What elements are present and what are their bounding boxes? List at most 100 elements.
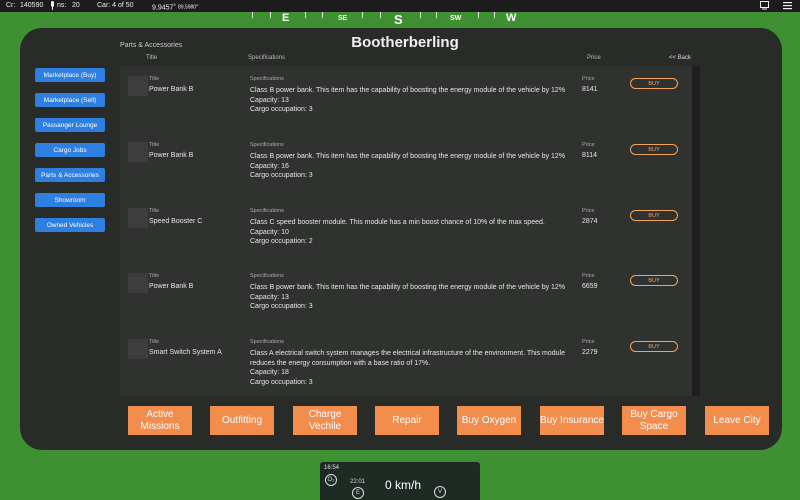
item-description: Class B power bank. This item has the ca… xyxy=(250,87,566,94)
monitor-icon[interactable] xyxy=(760,1,769,10)
sidebar-item-cargo-jobs[interactable]: Cargo Jobs xyxy=(35,143,105,157)
repair-button[interactable]: Repair xyxy=(375,406,439,435)
buy-cargo-space-button[interactable]: Buy Cargo Space xyxy=(622,406,686,435)
column-header-price: Price xyxy=(587,55,601,61)
item-thumbnail xyxy=(128,339,148,359)
buy-button[interactable]: BUY xyxy=(630,78,678,89)
item-title-label: Title xyxy=(149,142,160,148)
item-spec-label: Specifications xyxy=(250,208,284,214)
buy-button[interactable]: BUY xyxy=(630,275,678,286)
sidebar-item-showroom[interactable]: Showroom xyxy=(35,193,105,207)
buy-button[interactable]: BUY xyxy=(630,144,678,155)
item-title-label: Title xyxy=(149,273,160,279)
coords-small: 89,5980w xyxy=(178,3,199,11)
list-item: Title Speed Booster C Specifications Cla… xyxy=(120,202,692,262)
item-price: 8114 xyxy=(582,152,598,159)
sidebar-item-owned-vehicles[interactable]: Owned Vehicles xyxy=(35,218,105,232)
item-description: Class B power bank. This item has the ca… xyxy=(250,153,566,160)
compass-west: W xyxy=(506,12,517,24)
item-list: Title Power Bank B Specifications Class … xyxy=(120,66,700,396)
item-title: Smart Switch System A xyxy=(149,349,222,356)
item-description: Class B power bank. This item has the ca… xyxy=(250,284,566,291)
item-spec: Class B power bank. This item has the ca… xyxy=(250,283,580,312)
item-price-label: Price xyxy=(582,339,595,345)
oxygen-icon: O₂ xyxy=(325,474,337,486)
sidebar-item-parts-accessories[interactable]: Parts & Accessories xyxy=(35,168,105,182)
item-capacity: Capacity: 18 xyxy=(250,369,289,376)
item-title: Power Bank B xyxy=(149,152,194,159)
page-title: Bootherberling xyxy=(351,34,459,51)
charge-vehicle-button[interactable]: Charge Vechile xyxy=(293,406,357,435)
list-item: Title Smart Switch System A Specificatio… xyxy=(120,333,692,393)
item-capacity: Capacity: 16 xyxy=(250,162,289,170)
item-price: 8141 xyxy=(582,86,598,93)
column-header-specifications: Specifications xyxy=(248,55,286,61)
hud-energy-time: 22:01 xyxy=(350,479,366,485)
item-price-label: Price xyxy=(582,142,595,148)
item-spec-label: Specifications xyxy=(250,273,284,279)
item-cargo: Cargo occupation: 3 xyxy=(250,172,313,179)
list-scrollbar[interactable] xyxy=(692,66,700,396)
vehicle-hud: 16:54 O₂ 22:01 E 0 km/h V xyxy=(320,462,480,500)
leave-city-button[interactable]: Leave City xyxy=(705,406,769,435)
item-capacity: Capacity: 13 xyxy=(250,96,289,104)
buy-button[interactable]: BUY xyxy=(630,210,678,221)
list-item: Title Power Bank B Specifications Class … xyxy=(120,267,692,327)
buy-insurance-button[interactable]: Buy Insurance xyxy=(540,406,604,435)
back-link[interactable]: << Back xyxy=(669,55,691,61)
item-spec: Class C speed booster module. This modul… xyxy=(250,218,580,247)
item-cargo: Cargo occupation: 3 xyxy=(250,378,313,386)
item-thumbnail xyxy=(128,76,148,96)
compass-east: E xyxy=(282,12,290,24)
item-thumbnail xyxy=(128,208,148,228)
item-title-label: Title xyxy=(149,76,160,82)
active-missions-button[interactable]: Active Missions xyxy=(128,406,192,435)
item-cargo: Cargo occupation: 3 xyxy=(250,303,313,310)
item-description: Class A electrical switch system manages… xyxy=(250,350,566,367)
item-description: Class C speed booster module. This modul… xyxy=(250,219,545,226)
column-header-title: Title xyxy=(146,55,158,61)
menu-icon[interactable] xyxy=(783,1,792,10)
hud-time: 16:54 xyxy=(324,465,340,471)
sidebar-item-passanger-lounge[interactable]: Passanger Lounge xyxy=(35,118,105,132)
item-price-label: Price xyxy=(582,273,595,279)
speed-readout: 0 km/h xyxy=(385,478,422,492)
item-thumbnail xyxy=(128,142,148,162)
item-spec: Class B power bank. This item has the ca… xyxy=(250,152,580,181)
coords-main: 9,94573 xyxy=(152,2,176,12)
item-spec-label: Specifications xyxy=(250,76,284,82)
item-spec: Class B power bank. This item has the ca… xyxy=(250,86,580,115)
item-spec-label: Specifications xyxy=(250,339,284,345)
item-title-label: Title xyxy=(149,339,160,345)
list-item: Title Power Bank B Specifications Class … xyxy=(120,136,692,196)
item-price-label: Price xyxy=(582,208,595,214)
compass-strip: E SE S SW W xyxy=(240,10,540,28)
missions-value: 20 xyxy=(72,2,80,9)
energy-icon: E xyxy=(352,487,364,499)
compass-south: S xyxy=(394,12,403,27)
item-price: 2874 xyxy=(582,218,598,225)
credits-label: Cr: xyxy=(6,2,16,9)
item-spec-label: Specifications xyxy=(250,142,284,148)
buy-oxygen-button[interactable]: Buy Oxygen xyxy=(457,406,521,435)
car-counter: Car: 4 of 50 xyxy=(97,2,134,9)
missions-label: ns: xyxy=(57,2,67,9)
item-capacity: Capacity: 10 xyxy=(250,228,289,236)
list-item: Title Power Bank B Specifications Class … xyxy=(120,70,692,130)
breadcrumb: Parts & Accessories xyxy=(120,42,183,49)
sidebar-item-marketplace-buy[interactable]: Marketplace (Buy) xyxy=(35,68,105,82)
credits-value: 140590 xyxy=(20,2,44,9)
item-spec: Class A electrical switch system manages… xyxy=(250,349,580,387)
velocity-icon: V xyxy=(434,486,446,498)
item-cargo: Cargo occupation: 3 xyxy=(250,106,313,113)
buy-button[interactable]: BUY xyxy=(630,341,678,352)
microphone-icon xyxy=(48,1,57,10)
item-thumbnail xyxy=(128,273,148,293)
item-title: Power Bank B xyxy=(149,283,194,290)
item-price: 2279 xyxy=(582,349,598,356)
compass-southeast: SE xyxy=(338,15,348,22)
item-title: Speed Booster C xyxy=(149,218,203,225)
sidebar-item-marketplace-sell[interactable]: Marketplace (Sell) xyxy=(35,93,105,107)
outfitting-button[interactable]: Outfitting xyxy=(210,406,274,435)
item-title-label: Title xyxy=(149,208,160,214)
